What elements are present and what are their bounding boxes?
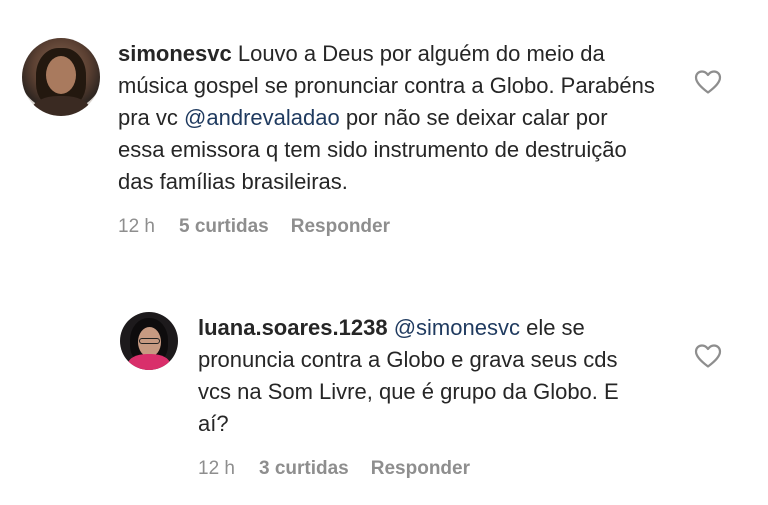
comment-likes[interactable]: 3 curtidas [259,458,349,480]
comment-body: simonesvc Louvo a Deus por alguém do mei… [118,38,742,238]
comment: simonesvc Louvo a Deus por alguém do mei… [22,38,742,238]
comment-mention[interactable]: @andrevaladao [184,105,340,130]
comment-mention[interactable]: @simonesvc [394,315,520,340]
comment-text: luana.soares.1238 @simonesvc ele se pron… [198,312,638,440]
reply-comment: luana.soares.1238 @simonesvc ele se pron… [120,312,742,480]
avatar-glasses [139,338,160,344]
comment-meta: 12 h 3 curtidas Responder [198,458,742,480]
reply-button[interactable]: Responder [371,458,470,480]
comment-username[interactable]: simonesvc [118,41,232,66]
comment-text: simonesvc Louvo a Deus por alguém do mei… [118,38,658,198]
heart-outline-icon[interactable] [694,69,722,95]
comment-body: luana.soares.1238 @simonesvc ele se pron… [198,312,742,480]
comment-meta: 12 h 5 curtidas Responder [118,216,742,238]
comment-time: 12 h [198,458,235,479]
heart-outline-icon[interactable] [694,343,722,369]
avatar[interactable] [120,312,178,370]
comment-likes[interactable]: 5 curtidas [179,216,269,238]
avatar[interactable] [22,38,100,116]
reply-button[interactable]: Responder [291,216,390,238]
avatar-face [46,56,76,94]
avatar-shirt [128,354,170,370]
comment-username[interactable]: luana.soares.1238 [198,315,388,340]
comment-time: 12 h [118,216,155,237]
heart-outline-icon-svg [694,70,722,94]
heart-outline-icon-svg [694,344,722,368]
avatar-shirt [32,96,90,116]
